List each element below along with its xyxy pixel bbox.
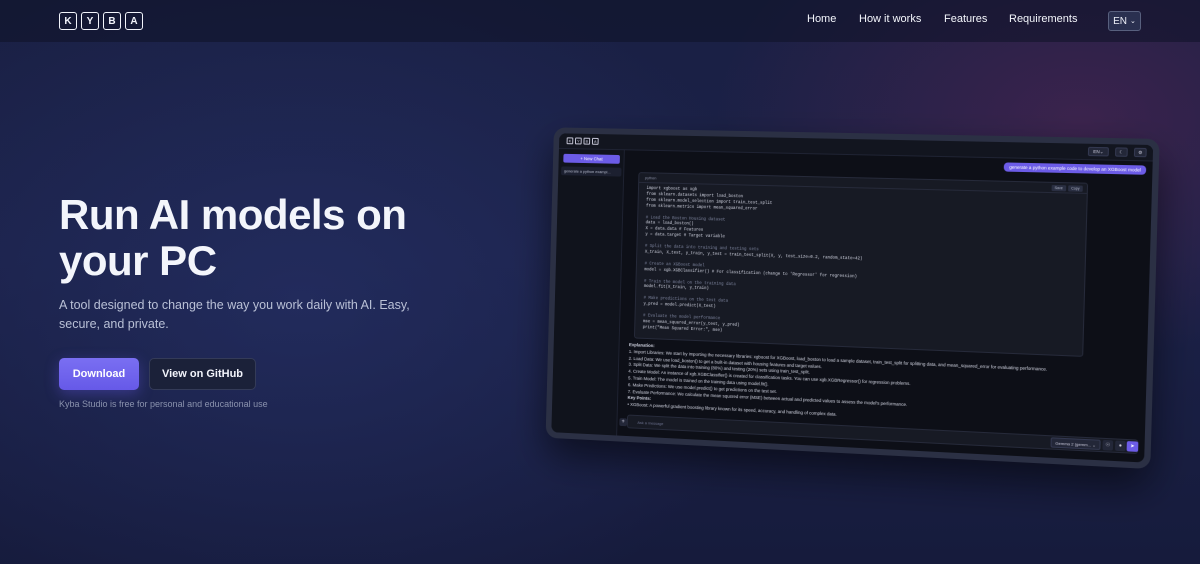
code-content: import xgboost as xgb from sklearn.datase…	[635, 183, 1087, 354]
code-language: python	[645, 175, 657, 180]
save-code-button: Save	[1051, 185, 1066, 191]
kyba-logo[interactable]: K Y B A	[59, 12, 143, 30]
logo-letter: B	[103, 12, 121, 30]
mockup-language-select: EN ⌄	[1088, 147, 1109, 157]
user-message-bubble: generate a python example code to develo…	[1004, 162, 1146, 174]
logo-letter: K	[567, 137, 574, 144]
mockup-language-value: EN	[1093, 149, 1100, 154]
hero-subtitle: A tool designed to change the way you wo…	[59, 296, 419, 333]
code-actions: Save Copy	[1051, 185, 1082, 192]
model-value: Gemma 2 (gemm...	[1055, 440, 1091, 447]
logo-letter: A	[592, 138, 599, 145]
gear-icon: ⚙	[1134, 148, 1147, 158]
license-note: Kyba Studio is free for personal and edu…	[59, 399, 268, 409]
logo-letter: B	[583, 138, 590, 145]
code-block: python Save Copy import xgboost as xgb fr…	[634, 172, 1088, 357]
chevron-down-icon: ⌄	[1130, 17, 1136, 25]
app-screen: K Y B A EN ⌄ ☾ ⚙ + New Chat generate a py…	[551, 133, 1153, 462]
moon-icon: ☾	[1115, 147, 1128, 157]
send-icon: ➤	[1127, 441, 1139, 452]
mockup-logo: K Y B A	[567, 137, 599, 144]
logo-letter: Y	[575, 138, 582, 145]
new-chat-button: + New Chat	[563, 154, 620, 164]
app-screenshot-mockup: K Y B A EN ⌄ ☾ ⚙ + New Chat generate a py…	[530, 125, 1170, 490]
download-button[interactable]: Download	[59, 358, 139, 390]
nav-link-requirements[interactable]: Requirements	[1009, 13, 1077, 25]
microphone-icon: ●	[1115, 440, 1126, 451]
chat-history-item: generate a python exampl...	[561, 166, 621, 176]
view-on-github-button[interactable]: View on GitHub	[149, 358, 256, 390]
language-select[interactable]: EN ⌄	[1108, 11, 1141, 31]
logo-letter: A	[125, 12, 143, 30]
mockup-sidebar: + New Chat generate a python exampl...	[551, 149, 624, 436]
language-value: EN	[1113, 16, 1127, 27]
nav-link-home[interactable]: Home	[807, 13, 836, 25]
mockup-header: K Y B A EN ⌄ ☾ ⚙	[559, 133, 1153, 161]
device-frame: K Y B A EN ⌄ ☾ ⚙ + New Chat generate a py…	[546, 127, 1160, 469]
input-placeholder: Ask a message	[637, 420, 663, 426]
copy-code-button: Copy	[1068, 185, 1083, 191]
logo-letter: K	[59, 12, 77, 30]
logo-letter: Y	[81, 12, 99, 30]
top-navbar: K Y B A Home How it works Features Requi…	[0, 0, 1200, 42]
lightbulb-icon: ☉	[1102, 440, 1113, 451]
nav-link-how-it-works[interactable]: How it works	[859, 13, 921, 25]
hero-title: Run AI models on your PC	[59, 192, 479, 284]
nav-link-features[interactable]: Features	[944, 13, 987, 25]
